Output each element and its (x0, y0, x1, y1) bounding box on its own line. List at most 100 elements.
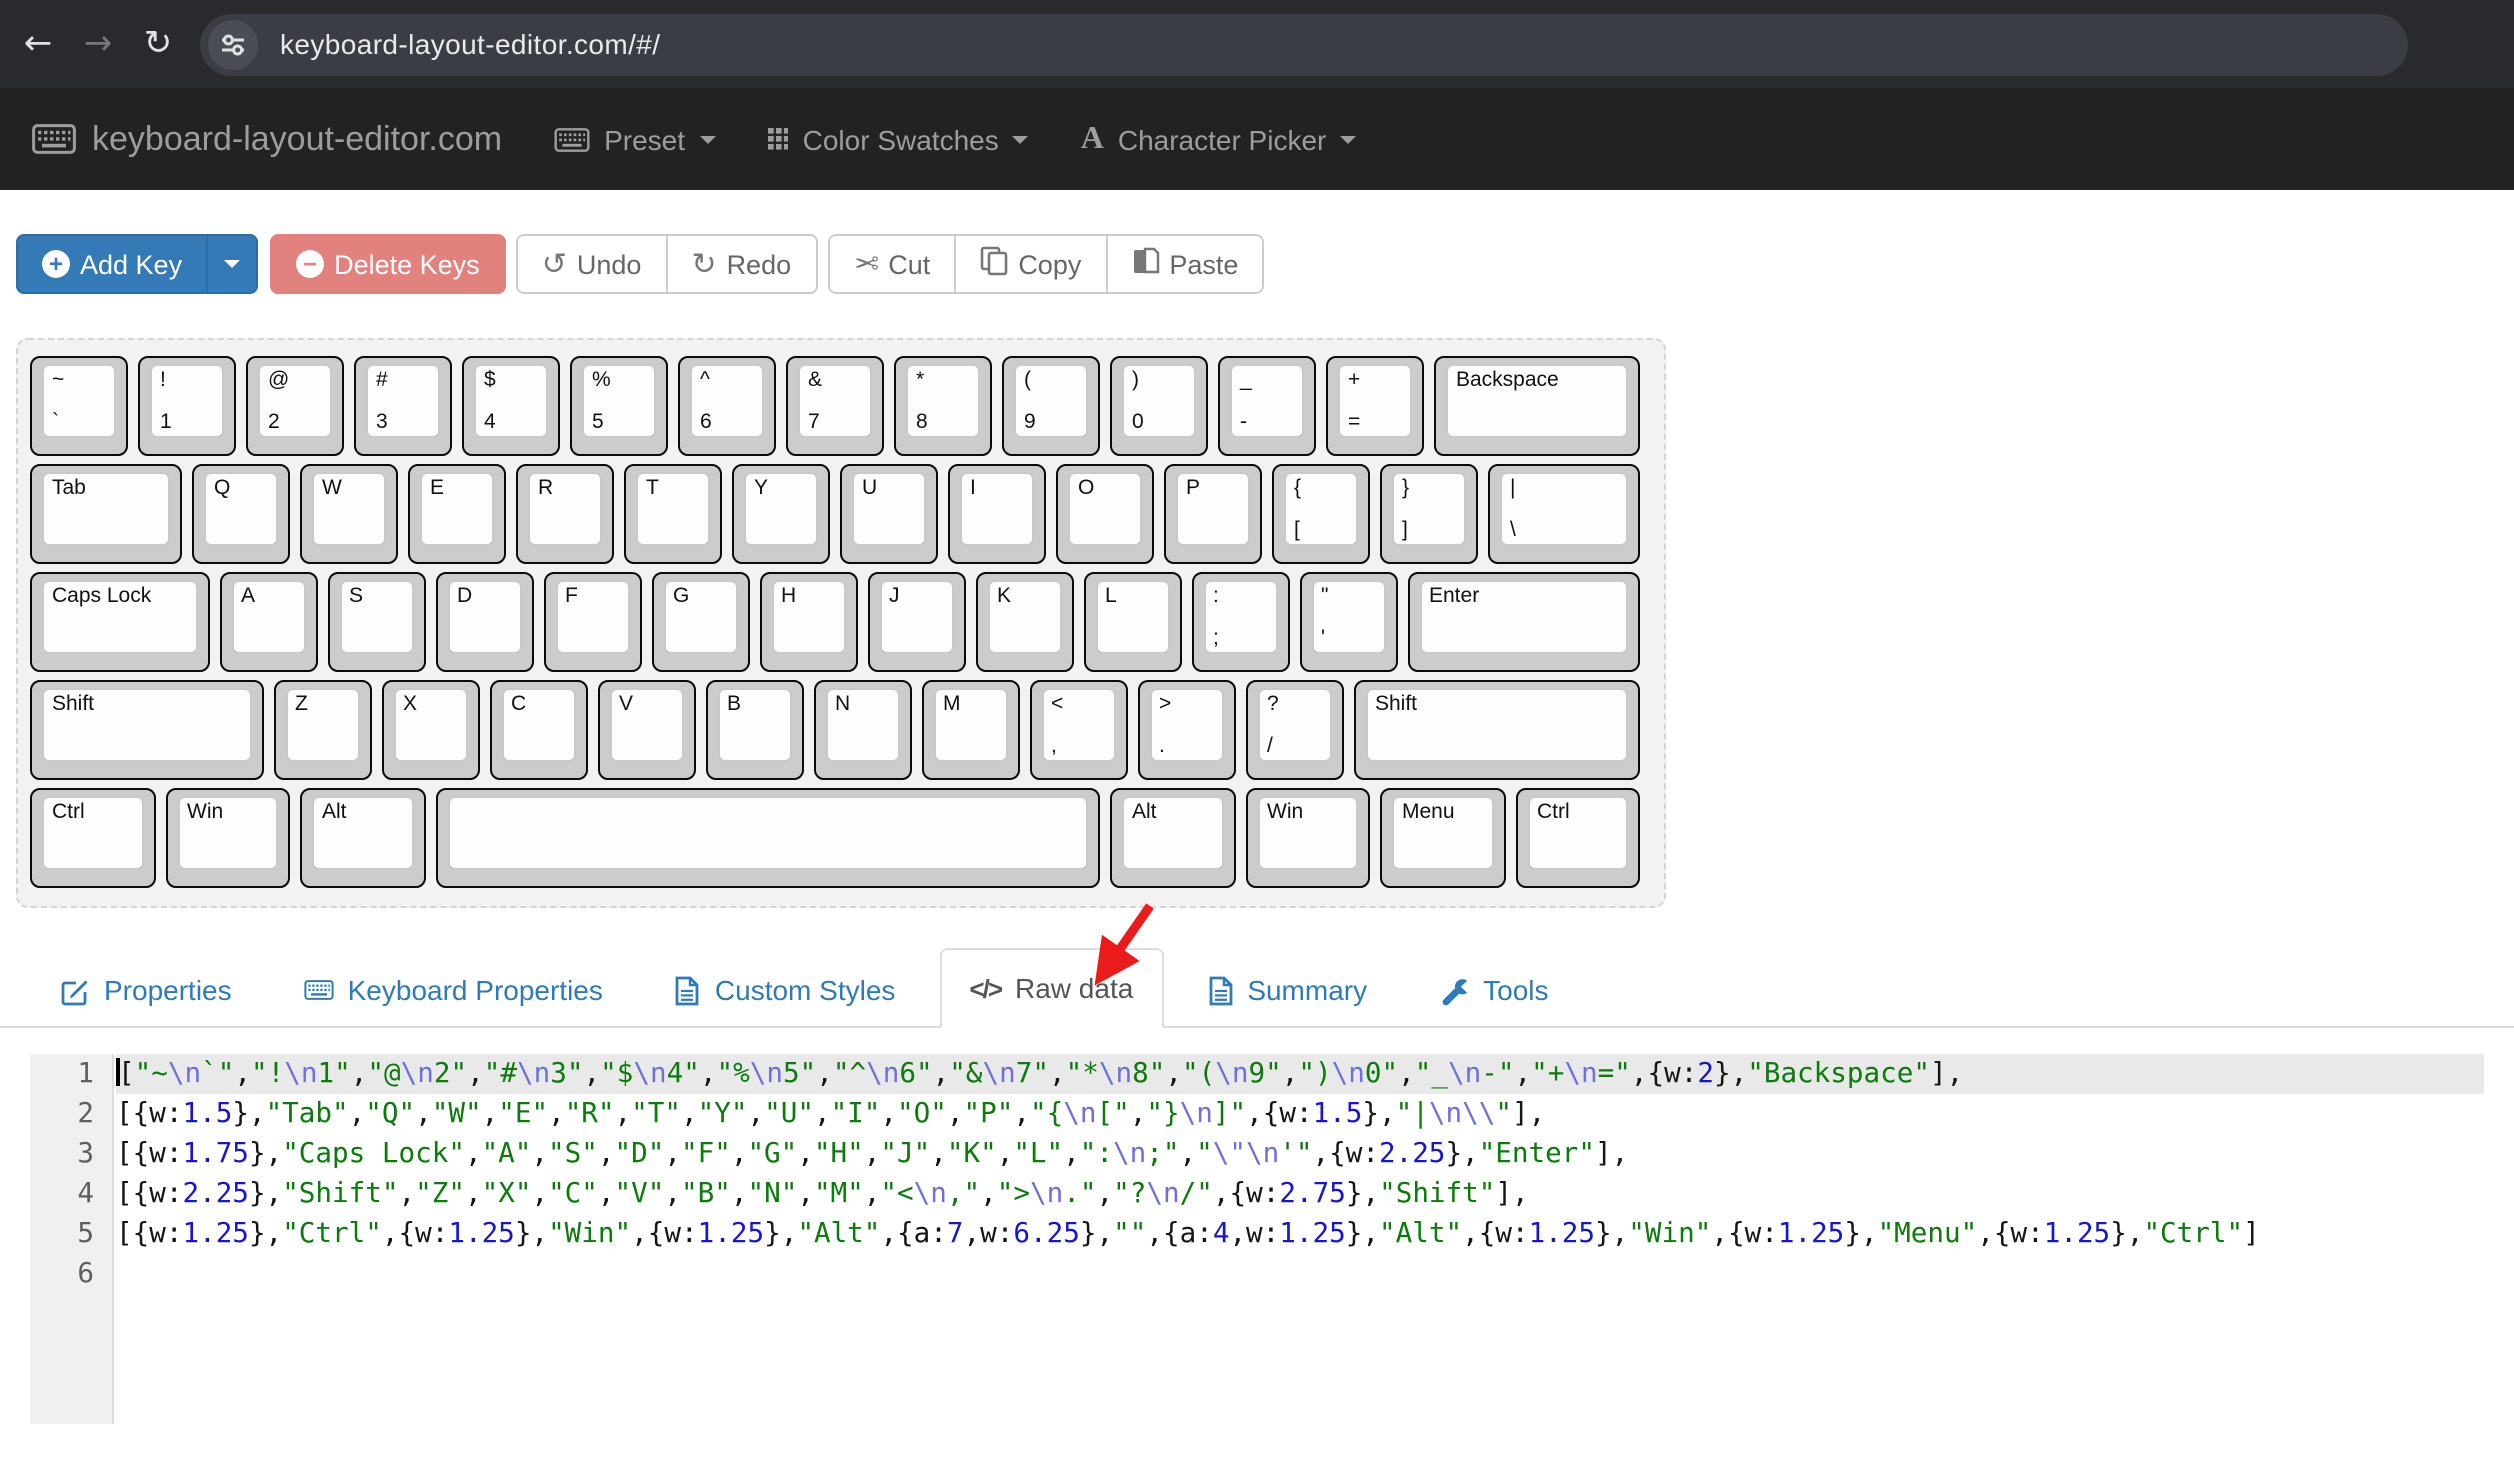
tab-raw-data[interactable]: </> Raw data (939, 948, 1163, 1028)
nav-item-preset[interactable]: Preset (554, 123, 715, 155)
key-c[interactable]: C (489, 680, 587, 780)
keycap: @2 (258, 363, 332, 437)
key-m[interactable]: M (921, 680, 1019, 780)
key-s[interactable]: S (327, 572, 425, 672)
key-alt[interactable]: Alt (300, 788, 425, 888)
reload-icon[interactable]: ↻ (128, 24, 188, 64)
key-v[interactable]: V (597, 680, 695, 780)
key-p[interactable]: P (1164, 464, 1262, 564)
key-win[interactable]: Win (1245, 788, 1370, 888)
keycap: C (501, 687, 575, 761)
key-shift[interactable]: Shift (30, 680, 263, 780)
cut-button[interactable]: ✂ Cut (827, 234, 956, 294)
tab-keyboard-properties[interactable]: Keyboard Properties (276, 952, 631, 1028)
key-h[interactable]: H (759, 572, 857, 672)
key-ctrl[interactable]: Ctrl (30, 788, 155, 888)
raw-data-textarea[interactable]: ["~\n`","!\n1","@\n2","#\n3","$\n4","%\n… (116, 1054, 2484, 1424)
key-backspace[interactable]: Backspace (1434, 356, 1640, 456)
key-j[interactable]: J (867, 572, 965, 672)
key-space[interactable] (435, 788, 1100, 888)
key-y[interactable]: Y (732, 464, 830, 564)
key-i[interactable]: I (948, 464, 1046, 564)
tab-tools[interactable]: Tools (1411, 952, 1576, 1028)
tab-custom-styles[interactable]: Custom Styles (647, 952, 924, 1028)
key-symbol[interactable]: &7 (786, 356, 884, 456)
brand-link[interactable]: keyboard-layout-editor.com (32, 119, 502, 159)
key-g[interactable]: G (651, 572, 749, 672)
key-symbol[interactable]: (9 (1002, 356, 1100, 456)
key-symbol[interactable]: += (1326, 356, 1424, 456)
key-symbol[interactable]: )0 (1110, 356, 1208, 456)
line-number: 6 (30, 1254, 112, 1294)
key-e[interactable]: E (408, 464, 506, 564)
key-b[interactable]: B (705, 680, 803, 780)
undo-button[interactable]: ↺ Undo (516, 234, 668, 294)
url-text[interactable]: keyboard-layout-editor.com/#/ (280, 28, 660, 60)
redo-button[interactable]: ↻ Redo (665, 234, 817, 294)
tab-properties[interactable]: Properties (32, 952, 260, 1028)
keycap: Menu (1392, 795, 1493, 869)
key-capslock[interactable]: Caps Lock (30, 572, 209, 672)
key-symbol[interactable]: |\ (1488, 464, 1640, 564)
nav-item-color-swatches[interactable]: Color Swatches (767, 123, 1029, 155)
copy-button[interactable]: Copy (954, 234, 1107, 294)
key-symbol[interactable]: ~` (30, 356, 128, 456)
key-symbol[interactable]: <, (1029, 680, 1127, 780)
key-symbol[interactable]: >. (1137, 680, 1235, 780)
key-l[interactable]: L (1083, 572, 1181, 672)
key-symbol[interactable]: $4 (462, 356, 560, 456)
key-d[interactable]: D (435, 572, 533, 672)
key-ctrl[interactable]: Ctrl (1515, 788, 1640, 888)
key-z[interactable]: Z (273, 680, 371, 780)
key-symbol[interactable]: *8 (894, 356, 992, 456)
key-symbol[interactable]: {[ (1272, 464, 1370, 564)
keycap: |\ (1500, 471, 1628, 545)
undo-icon: ↺ (542, 249, 567, 279)
key-w[interactable]: W (300, 464, 398, 564)
keycap: Alt (312, 795, 413, 869)
tab-summary[interactable]: Summary (1179, 952, 1395, 1028)
key-o[interactable]: O (1056, 464, 1154, 564)
key-t[interactable]: T (624, 464, 722, 564)
nav-item-character-picker[interactable]: A Character Picker (1081, 122, 1357, 156)
key-menu[interactable]: Menu (1380, 788, 1505, 888)
key-symbol[interactable]: @2 (246, 356, 344, 456)
keycap: "' (1311, 579, 1385, 653)
keycap: K (987, 579, 1061, 653)
key-x[interactable]: X (381, 680, 479, 780)
key-r[interactable]: R (516, 464, 614, 564)
key-q[interactable]: Q (192, 464, 290, 564)
key-enter[interactable]: Enter (1407, 572, 1640, 672)
keycap: _- (1230, 363, 1304, 437)
key-alt[interactable]: Alt (1110, 788, 1235, 888)
key-symbol[interactable]: ^6 (678, 356, 776, 456)
key-u[interactable]: U (840, 464, 938, 564)
key-symbol[interactable]: }] (1380, 464, 1478, 564)
add-key-dropdown-button[interactable] (206, 234, 258, 294)
code-line: [{w:2.25},"Shift","Z","X","C","V","B","N… (116, 1174, 2484, 1214)
key-symbol[interactable]: "' (1299, 572, 1397, 672)
forward-icon[interactable]: → (68, 24, 128, 64)
key-symbol[interactable]: ?/ (1245, 680, 1343, 780)
key-symbol[interactable]: %5 (570, 356, 668, 456)
file-icon (1207, 975, 1233, 1005)
key-symbol[interactable]: !1 (138, 356, 236, 456)
key-tab[interactable]: Tab (30, 464, 182, 564)
key-k[interactable]: K (975, 572, 1073, 672)
key-a[interactable]: A (219, 572, 317, 672)
key-n[interactable]: N (813, 680, 911, 780)
url-bar[interactable]: keyboard-layout-editor.com/#/ (200, 13, 2408, 75)
site-settings-icon[interactable] (208, 19, 258, 69)
chevron-down-icon (1340, 136, 1356, 144)
key-shift[interactable]: Shift (1353, 680, 1640, 780)
key-symbol[interactable]: _- (1218, 356, 1316, 456)
key-symbol[interactable]: #3 (354, 356, 452, 456)
delete-keys-button[interactable]: − Delete Keys (270, 234, 506, 294)
key-f[interactable]: F (543, 572, 641, 672)
back-icon[interactable]: ← (8, 24, 68, 64)
key-symbol[interactable]: :; (1191, 572, 1289, 672)
paste-button[interactable]: Paste (1105, 234, 1264, 294)
key-win[interactable]: Win (165, 788, 290, 888)
add-key-button[interactable]: + Add Key (16, 234, 208, 294)
line-number-gutter: 123456 (30, 1054, 114, 1424)
